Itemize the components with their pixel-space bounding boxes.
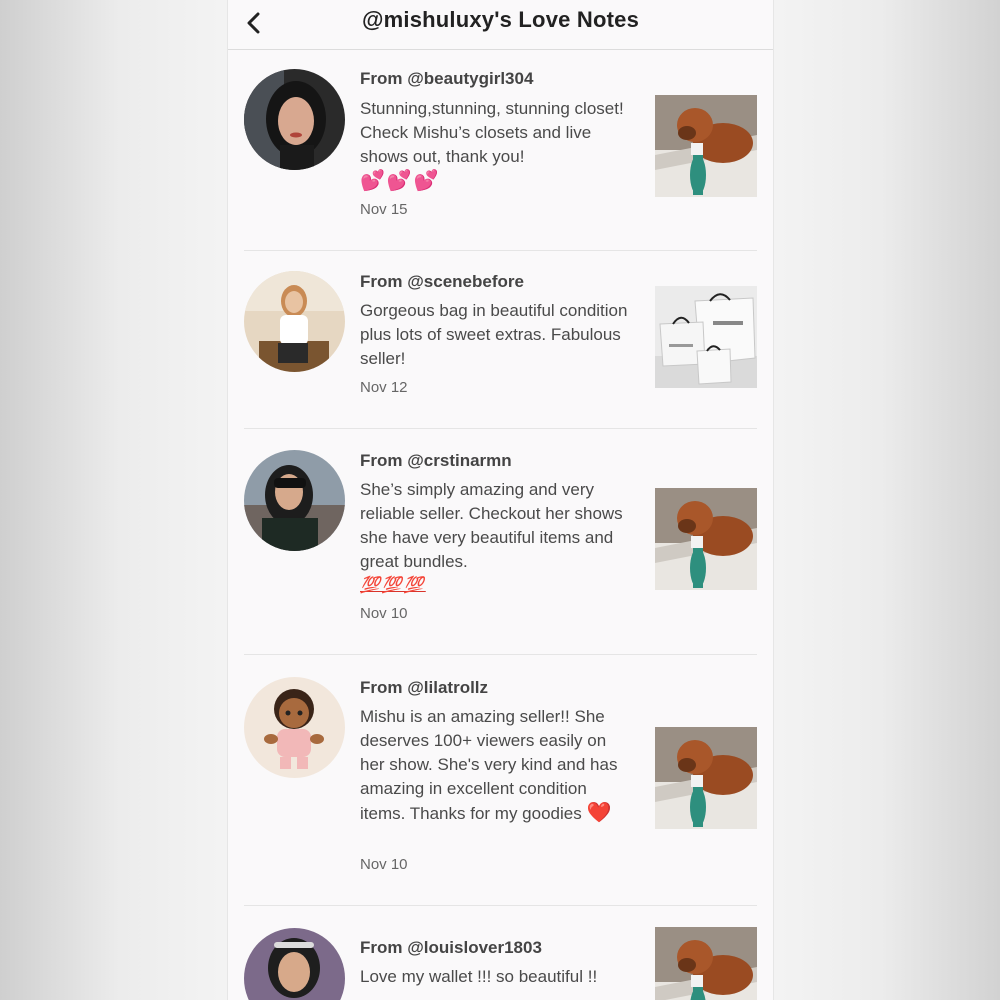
avatar[interactable] <box>244 450 345 551</box>
page-title: @mishuluxy's Love Notes <box>361 7 640 32</box>
note-thumbnail[interactable] <box>655 927 757 1000</box>
dog-photo-icon <box>655 488 757 590</box>
love-note-item: From @louislover1803 Love my wallet !!! … <box>244 906 757 1000</box>
note-date: Nov 12 <box>360 379 408 396</box>
shopping-bags-photo-icon <box>655 286 757 388</box>
red-heart-emoji: ❤️ <box>586 802 612 824</box>
hundred-points-emoji: 💯💯💯 <box>360 577 426 594</box>
avatar[interactable] <box>244 928 345 1000</box>
note-thumbnail[interactable] <box>655 286 757 388</box>
dog-photo-icon <box>655 727 757 829</box>
love-note-item: From @scenebefore Gorgeous bag in beauti… <box>244 251 757 429</box>
note-message: Mishu is an amazing seller!! She deserve… <box>360 707 618 824</box>
hearts-emoji: 💕💕💕 <box>360 170 441 192</box>
note-message: Love my wallet !!! so beautiful !! <box>360 967 598 986</box>
note-author[interactable]: From @scenebefore <box>360 272 524 292</box>
dog-photo-icon <box>655 927 757 1000</box>
note-thumbnail[interactable] <box>655 727 757 829</box>
love-note-item: From @beautygirl304 Stunning,stunning, s… <box>244 50 757 251</box>
dog-photo-icon <box>655 95 757 197</box>
avatar[interactable] <box>244 271 345 372</box>
header-bar: @mishuluxy's Love Notes <box>228 0 773 50</box>
note-date: Nov 15 <box>360 201 408 218</box>
note-message: Gorgeous bag in beautiful condition plus… <box>360 301 628 368</box>
note-message: Stunning,stunning, stunning closet! Chec… <box>360 97 635 193</box>
note-date: Nov 10 <box>360 856 408 873</box>
note-author[interactable]: From @louislover1803 <box>360 938 542 958</box>
note-date: Nov 10 <box>360 605 408 622</box>
note-thumbnail[interactable] <box>655 488 757 590</box>
note-author[interactable]: From @lilatrollz <box>360 678 488 698</box>
note-thumbnail[interactable] <box>655 95 757 197</box>
avatar[interactable] <box>244 69 345 170</box>
note-message: She’s simply amazing and very reliable s… <box>360 478 635 598</box>
love-note-item: From @lilatrollz Mishu is an amazing sel… <box>244 655 757 906</box>
note-author[interactable]: From @crstinarmn <box>360 451 512 471</box>
note-author[interactable]: From @beautygirl304 <box>360 69 533 89</box>
love-note-item: From @crstinarmn She’s simply amazing an… <box>244 429 757 655</box>
avatar[interactable] <box>244 677 345 778</box>
love-notes-screen: @mishuluxy's Love Notes From @beautygirl… <box>228 0 773 1000</box>
